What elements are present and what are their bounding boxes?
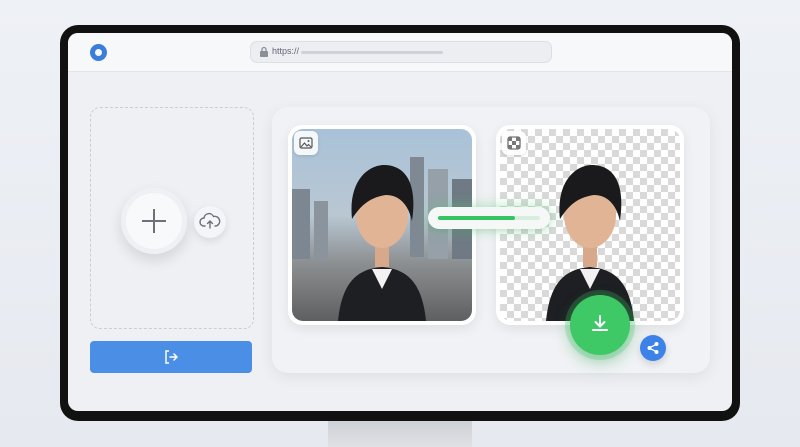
processing-progress bbox=[428, 207, 550, 229]
cloud-upload-button[interactable] bbox=[194, 206, 226, 238]
app-window: https:// bbox=[68, 33, 732, 411]
address-bar[interactable]: https:// bbox=[250, 41, 552, 63]
progress-fill bbox=[438, 216, 515, 220]
download-button[interactable] bbox=[570, 295, 630, 355]
progress-track bbox=[438, 216, 540, 220]
cloud-upload-icon bbox=[199, 212, 221, 229]
url-placeholder-bar bbox=[301, 51, 443, 54]
cutout-badge bbox=[502, 131, 526, 155]
image-icon bbox=[299, 137, 313, 149]
export-button[interactable] bbox=[90, 341, 252, 373]
export-arrow-icon bbox=[165, 350, 178, 364]
transparency-grid-icon bbox=[507, 136, 521, 150]
add-image-button[interactable] bbox=[121, 188, 187, 254]
comparison-card bbox=[272, 107, 710, 373]
app-logo-icon[interactable] bbox=[90, 44, 107, 61]
original-badge bbox=[294, 131, 318, 155]
browser-toolbar: https:// bbox=[68, 33, 732, 72]
share-icon bbox=[647, 342, 659, 354]
upload-dropzone[interactable] bbox=[90, 107, 254, 329]
share-button[interactable] bbox=[640, 335, 666, 361]
url-prefix: https:// bbox=[272, 46, 300, 56]
download-icon bbox=[592, 315, 608, 331]
lock-icon bbox=[260, 46, 268, 57]
